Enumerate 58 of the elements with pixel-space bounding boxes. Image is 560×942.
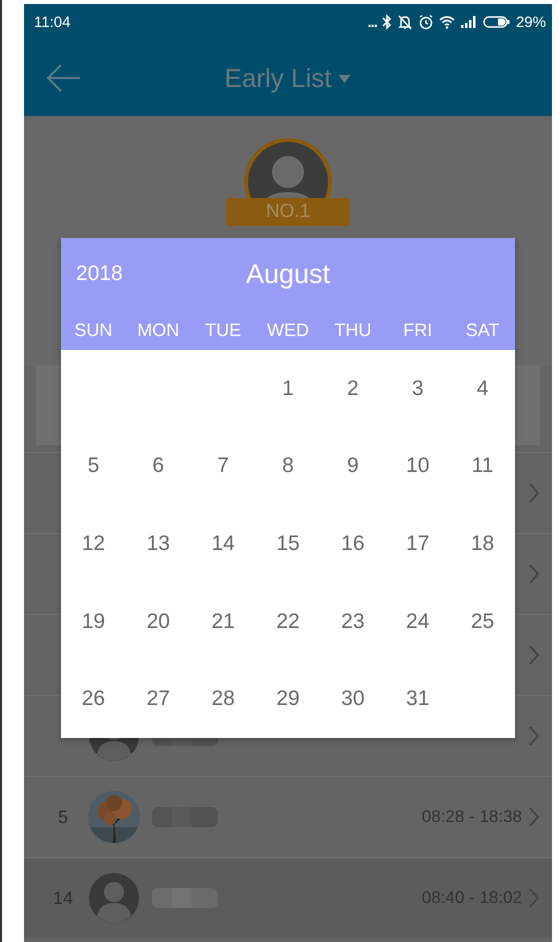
month-label: August <box>246 258 330 290</box>
date-cell[interactable]: 5 <box>61 454 126 478</box>
date-cell[interactable]: 15 <box>256 532 320 556</box>
chevron-icon <box>528 563 540 585</box>
date-cell[interactable]: 11 <box>450 454 515 478</box>
date-cell[interactable]: 13 <box>126 532 191 556</box>
battery-percent: 29% <box>516 14 546 30</box>
caret-icon <box>337 74 352 84</box>
date-cell[interactable]: 6 <box>126 454 191 478</box>
date-cell[interactable]: 4 <box>450 376 515 401</box>
date-cell[interactable]: 23 <box>320 610 386 634</box>
date-cell[interactable]: 29 <box>256 687 320 712</box>
date-cell[interactable]: 30 <box>320 687 386 712</box>
date-cell[interactable]: 7 <box>190 454 256 478</box>
bluetooth-icon <box>382 14 392 30</box>
date-cell[interactable]: 27 <box>126 687 191 712</box>
weekday-label: TUE <box>204 320 242 340</box>
muted-bell-icon <box>396 14 413 30</box>
weekday-label: FRI <box>402 320 434 340</box>
date-cell[interactable]: 9 <box>320 454 386 478</box>
chevron-icon <box>528 725 540 747</box>
date-cell[interactable]: 31 <box>385 687 450 712</box>
date-cell[interactable]: 26 <box>61 687 126 712</box>
weekday-label: MON <box>136 320 180 340</box>
date-cell[interactable]: 22 <box>256 610 320 634</box>
weekday-label: SAT <box>464 320 500 340</box>
date-cell[interactable]: 2 <box>320 376 386 401</box>
weekday-label: WED <box>266 320 310 340</box>
date-cell[interactable]: 28 <box>190 687 256 712</box>
wifi-icon <box>438 15 455 29</box>
date-cell[interactable]: 1 <box>256 376 320 401</box>
date-cell[interactable]: 3 <box>385 376 450 401</box>
date-cell[interactable]: 20 <box>126 610 191 634</box>
date-cell[interactable]: 24 <box>385 610 450 634</box>
weekday-label: THU <box>333 320 372 340</box>
date-cell[interactable]: 12 <box>61 532 126 556</box>
date-cell[interactable]: 8 <box>256 454 320 478</box>
chevron-icon <box>528 887 540 909</box>
avatar-icon <box>88 872 140 924</box>
chevron-icon <box>528 806 540 828</box>
date-cell[interactable]: 14 <box>190 532 256 556</box>
rank-label: NO.1 <box>266 201 310 223</box>
weekday-label: SUN <box>73 320 114 340</box>
date-cell[interactable]: 16 <box>320 532 386 556</box>
date-cell[interactable]: 18 <box>450 532 515 556</box>
more-notifications-icon: ... <box>367 14 377 30</box>
date-cell[interactable]: 10 <box>385 454 450 478</box>
chevron-icon <box>528 482 540 504</box>
battery-icon <box>482 15 511 29</box>
signal-icon <box>460 15 478 29</box>
back-button[interactable] <box>46 63 82 93</box>
date-cell[interactable]: 21 <box>190 610 256 634</box>
date-cell[interactable]: 19 <box>61 610 126 634</box>
chevron-icon <box>528 644 540 666</box>
date-cell[interactable]: 25 <box>450 610 515 634</box>
date-cell[interactable]: 17 <box>385 532 450 556</box>
status-time: 11:04 <box>34 14 70 30</box>
alarm-clock-icon <box>418 14 434 30</box>
